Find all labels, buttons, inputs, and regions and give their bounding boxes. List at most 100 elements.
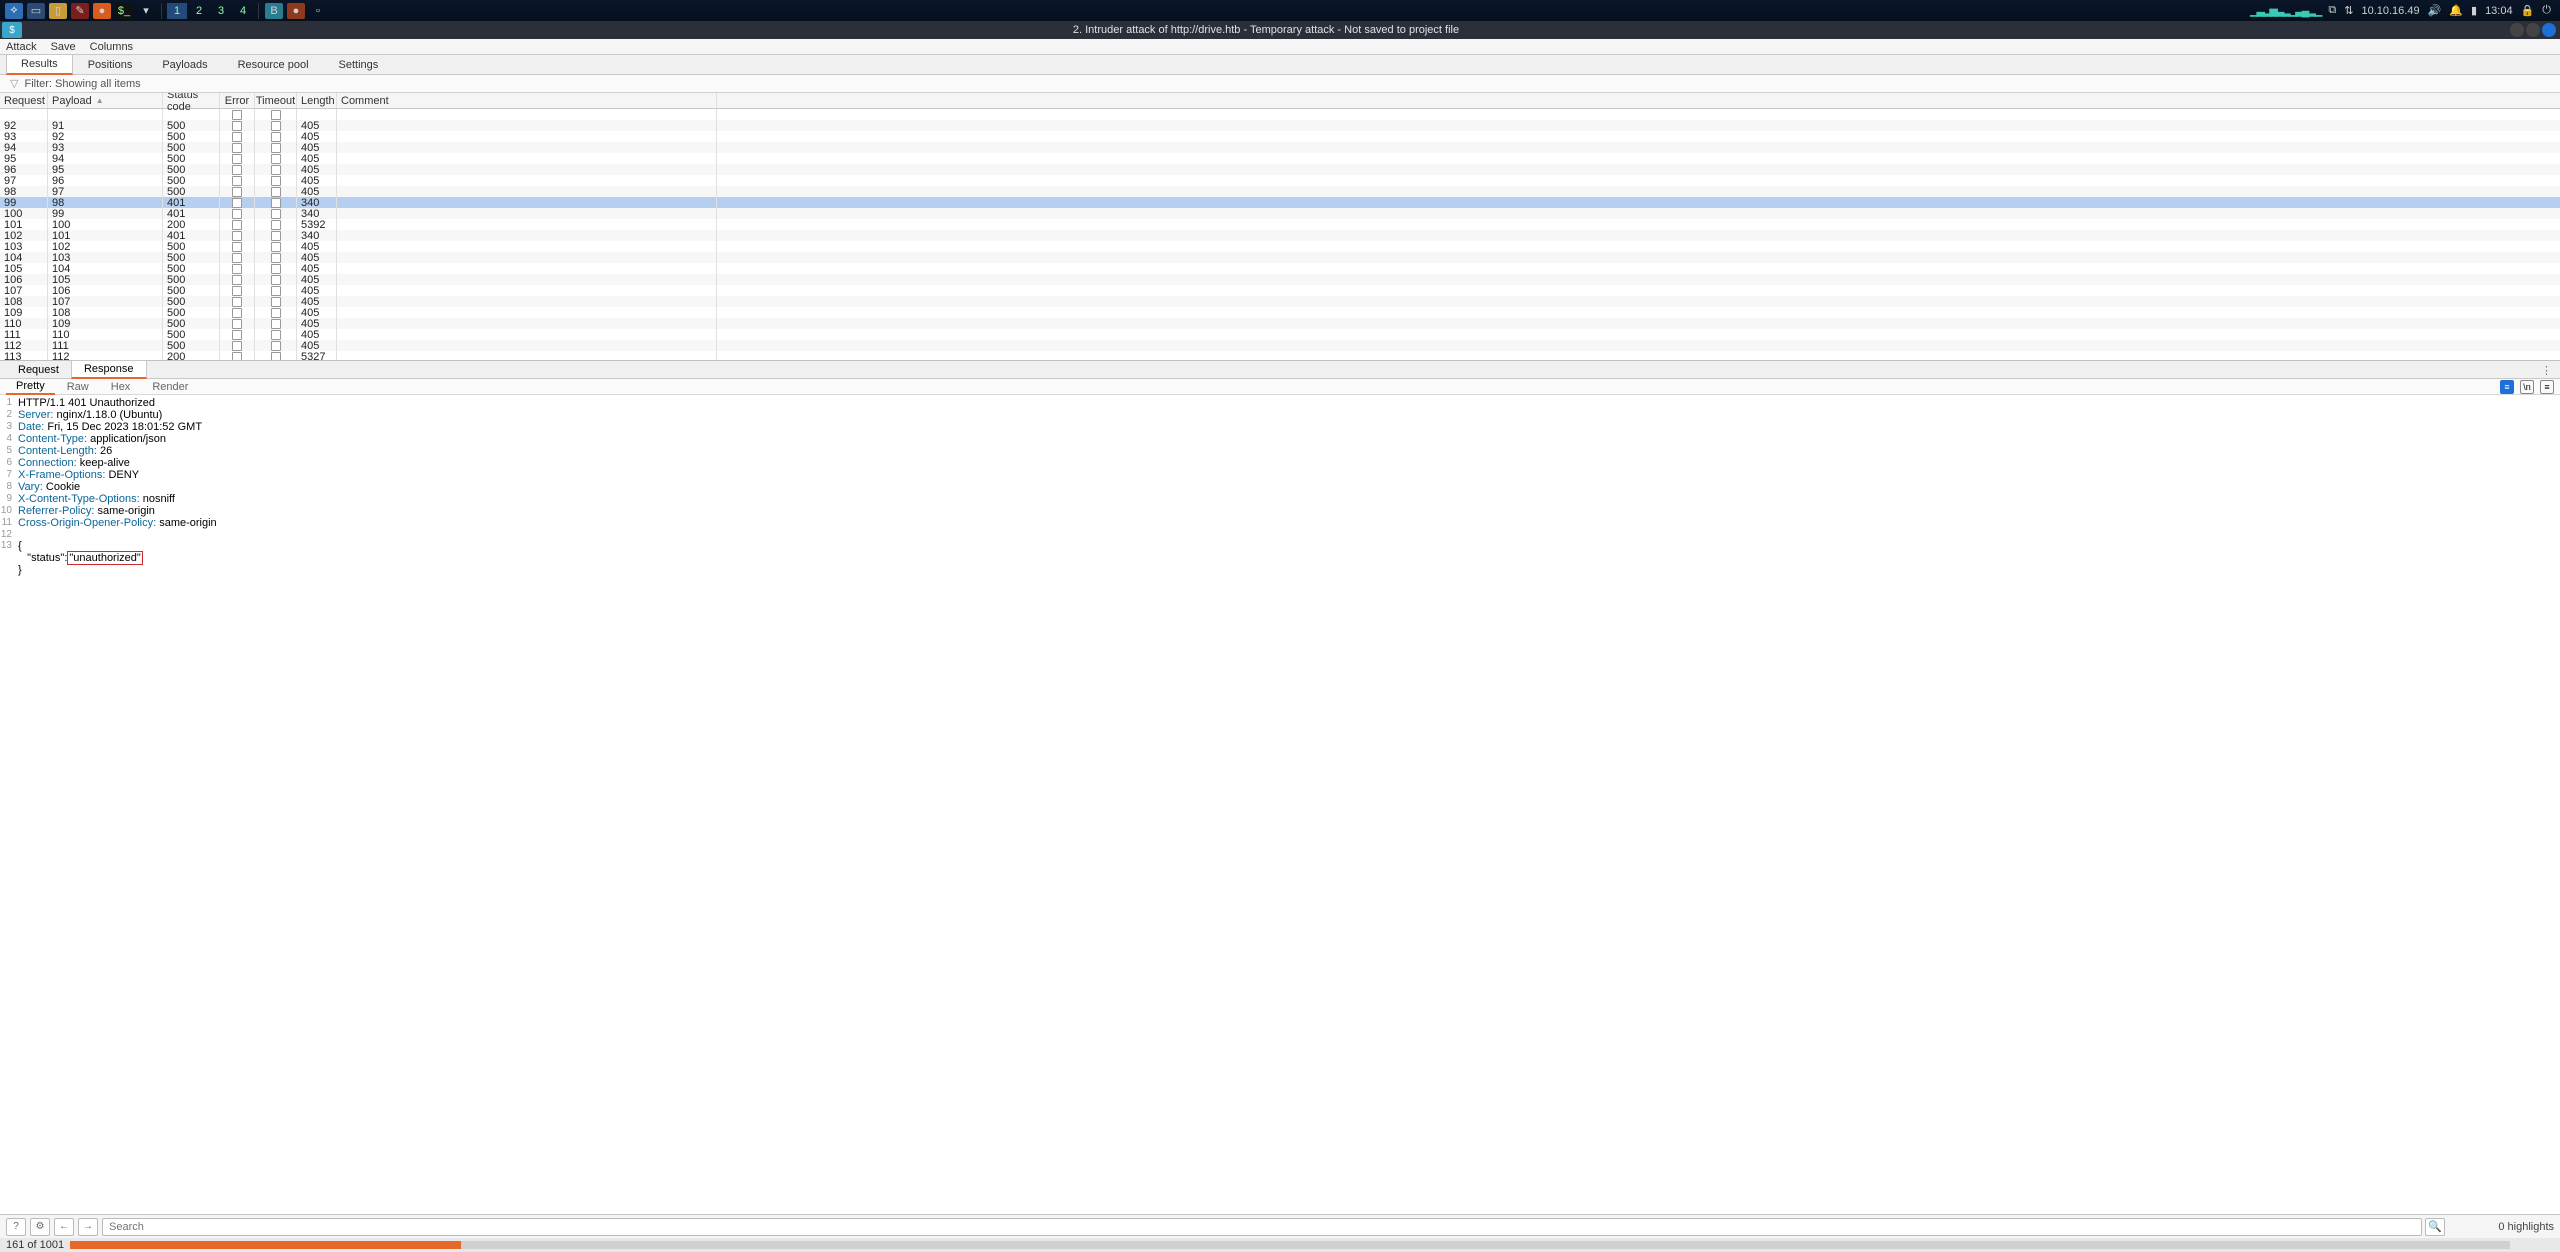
col-length[interactable]: Length (297, 93, 337, 108)
table-row[interactable]: 9594500405 (0, 153, 2560, 164)
tab-payloads[interactable]: Payloads (147, 55, 222, 74)
tab-response[interactable]: Response (71, 360, 147, 379)
table-row[interactable]: 9897500405 (0, 186, 2560, 197)
col-error[interactable]: Error (220, 93, 255, 108)
view-pretty[interactable]: Pretty (6, 379, 55, 395)
tab-settings[interactable]: Settings (324, 55, 394, 74)
table-row[interactable]: 9392500405 (0, 131, 2560, 142)
vpn-icon[interactable]: ⇅ (2344, 4, 2353, 17)
col-timeout[interactable]: Timeout (255, 93, 297, 108)
terminal-icon[interactable]: ▭ (27, 3, 45, 19)
menu-save[interactable]: Save (51, 41, 76, 53)
panel-menu-icon[interactable]: ⋮ (2541, 364, 2552, 377)
table-row[interactable]: 103102500405 (0, 241, 2560, 252)
workspace-4[interactable]: 4 (233, 3, 253, 19)
power-menu-icon[interactable]: ⏻ (2542, 4, 2551, 17)
timeout-checkbox (271, 165, 281, 175)
screen-icon[interactable]: ⧉ (2328, 4, 2336, 17)
response-body[interactable]: 1HTTP/1.1 401 Unauthorized2Server: nginx… (0, 395, 2560, 1175)
response-line: 2Server: nginx/1.18.0 (Ubuntu) (0, 409, 2560, 421)
workspace-3[interactable]: 3 (211, 3, 231, 19)
table-row[interactable]: 9291500405 (0, 120, 2560, 131)
table-row[interactable]: 111110500405 (0, 329, 2560, 340)
table-row[interactable]: 9998401340 (0, 197, 2560, 208)
maximize-button[interactable] (2526, 23, 2540, 37)
col-payload[interactable]: Payload▲ (48, 93, 163, 108)
view-render[interactable]: Render (142, 380, 198, 394)
editor-icon[interactable]: ✎ (71, 3, 89, 19)
help-button[interactable]: ? (6, 1218, 26, 1236)
close-button[interactable] (2542, 23, 2556, 37)
timeout-checkbox (271, 319, 281, 329)
tab-resource-pool[interactable]: Resource pool (223, 55, 324, 74)
table-row[interactable]: 105104500405 (0, 263, 2560, 274)
table-row[interactable]: 104103500405 (0, 252, 2560, 263)
table-row[interactable]: 108107500405 (0, 296, 2560, 307)
table-row[interactable]: 112111500405 (0, 340, 2560, 351)
table-row[interactable]: 9493500405 (0, 142, 2560, 153)
table-row[interactable]: 106105500405 (0, 274, 2560, 285)
root-terminal-icon[interactable]: $_ (115, 3, 133, 19)
power-icon[interactable]: ▮ (2471, 4, 2477, 17)
error-checkbox (232, 121, 242, 131)
firefox-taskbar-icon[interactable]: ● (287, 3, 305, 19)
progress-track (70, 1241, 2510, 1249)
view-raw[interactable]: Raw (57, 380, 99, 394)
error-checkbox (232, 319, 242, 329)
col-comment[interactable]: Comment (337, 93, 717, 108)
search-icon[interactable]: 🔍 (2425, 1218, 2445, 1236)
workspace-1[interactable]: 1 (167, 3, 187, 19)
response-line: 3Date: Fri, 15 Dec 2023 18:01:52 GMT (0, 421, 2560, 433)
table-row[interactable]: 107106500405 (0, 285, 2560, 296)
app-taskbar-icon[interactable]: ▫ (309, 3, 327, 19)
kali-menu-icon[interactable]: ⟡ (5, 3, 23, 19)
table-row[interactable]: 110109500405 (0, 318, 2560, 329)
minimize-button[interactable] (2510, 23, 2524, 37)
timeout-checkbox (271, 330, 281, 340)
tab-positions[interactable]: Positions (73, 55, 148, 74)
clock: 13:04 (2485, 5, 2513, 17)
table-row[interactable] (0, 109, 2560, 120)
table-row[interactable]: 9695500405 (0, 164, 2560, 175)
volume-icon[interactable]: 🔊 (2428, 4, 2442, 17)
search-next-button[interactable]: → (78, 1218, 98, 1236)
error-checkbox (232, 330, 242, 340)
search-prev-button[interactable]: ← (54, 1218, 74, 1236)
burp-taskbar-icon[interactable]: B (265, 3, 283, 19)
col-request[interactable]: Request (0, 93, 48, 108)
menu-attack[interactable]: Attack (6, 41, 37, 53)
table-row[interactable]: 109108500405 (0, 307, 2560, 318)
dropdown-icon[interactable]: ▾ (137, 3, 155, 19)
os-taskbar: ⟡ ▭ ▯ ✎ ● $_ ▾ 1 2 3 4 B ● ▫ ▁▃▂▅▃▂▁▃▄▂▁… (0, 0, 2560, 21)
notifications-icon[interactable]: 🔔 (2449, 4, 2463, 17)
filter-bar[interactable]: ▽ Filter: Showing all items (0, 75, 2560, 93)
files-icon[interactable]: ▯ (49, 3, 67, 19)
window-titlebar: $ 2. Intruder attack of http://drive.htb… (0, 21, 2560, 39)
error-checkbox (232, 198, 242, 208)
inspector-toggle-icon[interactable]: ≡ (2500, 380, 2514, 394)
firefox-icon[interactable]: ● (93, 3, 111, 19)
error-checkbox (232, 132, 242, 142)
table-row[interactable]: 10099401340 (0, 208, 2560, 219)
error-checkbox (232, 242, 242, 252)
table-row[interactable]: 1011002005392 (0, 219, 2560, 230)
tab-request[interactable]: Request (6, 362, 71, 378)
col-status[interactable]: Status code (163, 93, 220, 108)
table-header: Request Payload▲ Status code Error Timeo… (0, 93, 2560, 109)
table-row[interactable]: 1131122005327 (0, 351, 2560, 361)
menu-columns[interactable]: Columns (90, 41, 133, 53)
timeout-checkbox (271, 220, 281, 230)
response-line: 9X-Content-Type-Options: nosniff (0, 493, 2560, 505)
timeout-checkbox (271, 352, 281, 362)
newline-toggle-icon[interactable]: \n (2520, 380, 2534, 394)
lock-icon[interactable]: 🔒 (2521, 4, 2535, 17)
timeout-checkbox (271, 121, 281, 131)
workspace-2[interactable]: 2 (189, 3, 209, 19)
table-row[interactable]: 9796500405 (0, 175, 2560, 186)
search-settings-button[interactable]: ⚙ (30, 1218, 50, 1236)
view-hex[interactable]: Hex (101, 380, 141, 394)
table-row[interactable]: 102101401340 (0, 230, 2560, 241)
search-input[interactable] (102, 1218, 2422, 1236)
tab-results[interactable]: Results (6, 54, 73, 75)
layout-toggle-icon[interactable]: ≡ (2540, 380, 2554, 394)
